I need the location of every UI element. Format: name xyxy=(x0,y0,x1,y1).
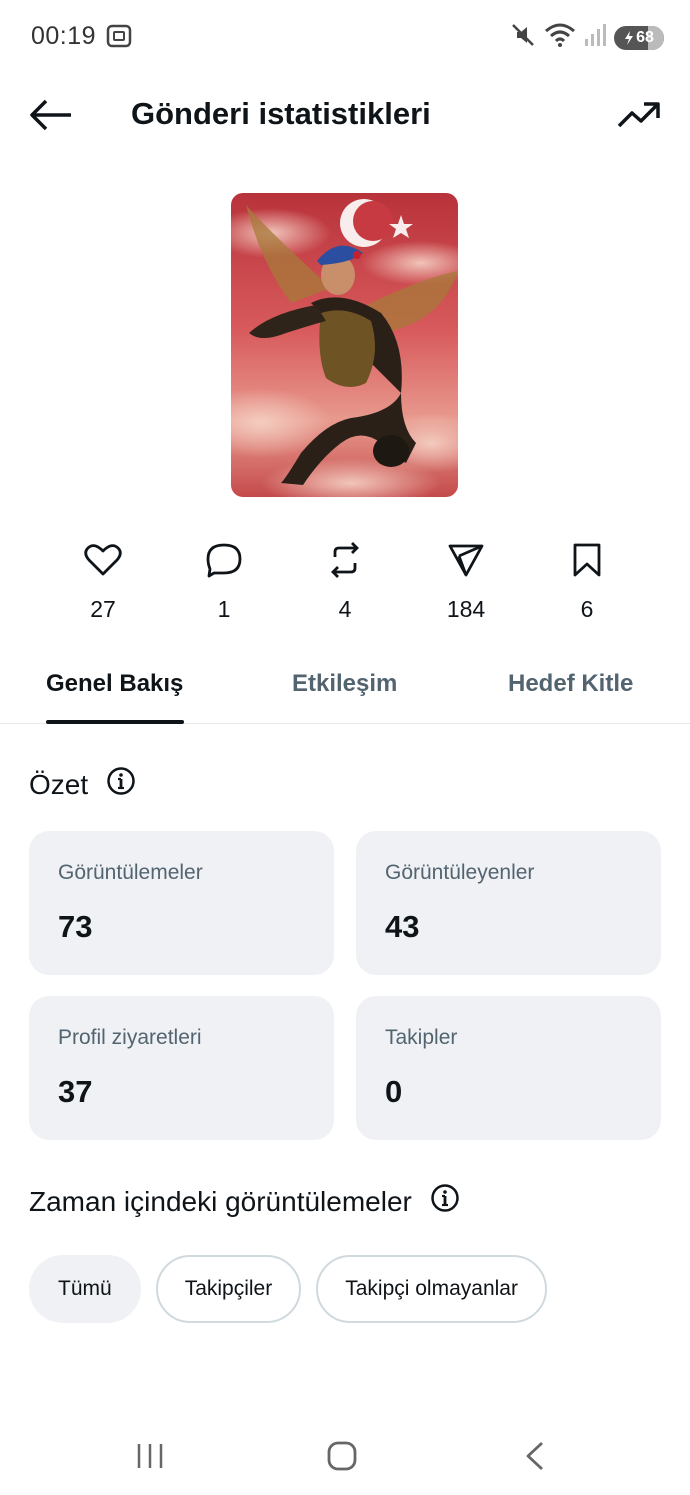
viewers-value: 43 xyxy=(385,909,420,944)
battery-level: 68 xyxy=(636,28,654,46)
likes-stat[interactable]: 27 xyxy=(43,538,163,628)
share-icon xyxy=(446,538,486,582)
status-time: 00:19 xyxy=(31,22,97,50)
trending-up-icon xyxy=(617,102,660,128)
follows-value: 0 xyxy=(385,1074,403,1109)
wifi-icon xyxy=(544,22,576,53)
viewers-card: Görüntüleyenler 43 xyxy=(356,831,661,975)
profile-visits-label: Profil ziyaretleri xyxy=(58,1026,202,1049)
arrow-left-icon xyxy=(30,99,71,131)
back-button[interactable] xyxy=(28,94,74,136)
recent-apps-icon xyxy=(137,1444,163,1468)
info-icon[interactable] xyxy=(430,1183,460,1220)
signal-icon xyxy=(584,23,606,52)
mute-icon xyxy=(510,22,536,53)
battery-icon: 68 xyxy=(614,25,664,50)
filter-chip-followers[interactable]: Takipçiler xyxy=(155,1255,302,1323)
info-icon[interactable] xyxy=(106,766,136,803)
bookmark-icon xyxy=(567,538,607,582)
follows-card: Takipler 0 xyxy=(356,996,661,1140)
post-image[interactable] xyxy=(231,193,458,497)
tab-overview[interactable]: Genel Bakış xyxy=(46,670,183,698)
views-card: Görüntülemeler 73 xyxy=(29,831,334,975)
heart-icon xyxy=(83,538,123,582)
reposts-count: 4 xyxy=(338,596,352,622)
reply-icon xyxy=(204,538,244,582)
header: Gönderi istatistikleri xyxy=(0,72,690,158)
replies-count: 1 xyxy=(217,596,231,622)
follows-label: Takipler xyxy=(385,1026,458,1049)
bookmarks-count: 6 xyxy=(580,596,594,622)
bookmarks-stat[interactable]: 6 xyxy=(527,538,647,628)
audience-filter-chips: Tümü Takipçiler Takipçi olmayanlar xyxy=(29,1255,547,1323)
profile-visits-card: Profil ziyaretleri 37 xyxy=(29,996,334,1140)
trend-button[interactable] xyxy=(616,94,662,136)
status-bar: 00:19 68 xyxy=(0,0,690,72)
active-tab-indicator xyxy=(46,720,184,724)
screenshot-icon xyxy=(106,24,132,53)
recent-apps-button[interactable] xyxy=(120,1435,180,1477)
replies-stat[interactable]: 1 xyxy=(164,538,284,628)
reposts-stat[interactable]: 4 xyxy=(285,538,405,628)
system-back-button[interactable] xyxy=(505,1435,565,1477)
home-icon xyxy=(327,1441,357,1471)
tab-bar: Genel Bakış Etkileşim Hedef Kitle xyxy=(0,652,690,724)
repost-icon xyxy=(325,538,365,582)
system-nav-bar xyxy=(0,1415,690,1495)
filter-chip-non-followers[interactable]: Takipçi olmayanlar xyxy=(316,1255,547,1323)
profile-visits-value: 37 xyxy=(58,1074,93,1109)
tab-engagement[interactable]: Etkileşim xyxy=(292,670,397,698)
shares-stat[interactable]: 184 xyxy=(406,538,526,628)
viewers-label: Görüntüleyenler xyxy=(385,861,535,884)
chevron-left-icon xyxy=(526,1441,543,1471)
views-value: 73 xyxy=(58,909,93,944)
summary-heading: Özet xyxy=(29,766,136,803)
likes-count: 27 xyxy=(90,596,116,622)
views-over-time-heading: Zaman içindeki görüntülemeler xyxy=(29,1183,460,1220)
summary-title: Özet xyxy=(29,768,89,800)
views-over-time-title: Zaman içindeki görüntülemeler xyxy=(29,1185,412,1217)
filter-chip-all[interactable]: Tümü xyxy=(29,1255,141,1323)
page-title: Gönderi istatistikleri xyxy=(131,96,431,131)
home-button[interactable] xyxy=(312,1435,372,1477)
shares-count: 184 xyxy=(446,596,486,622)
views-label: Görüntülemeler xyxy=(58,861,203,884)
engagement-row: 27 1 4 184 6 xyxy=(43,538,647,628)
tab-audience[interactable]: Hedef Kitle xyxy=(508,670,633,698)
